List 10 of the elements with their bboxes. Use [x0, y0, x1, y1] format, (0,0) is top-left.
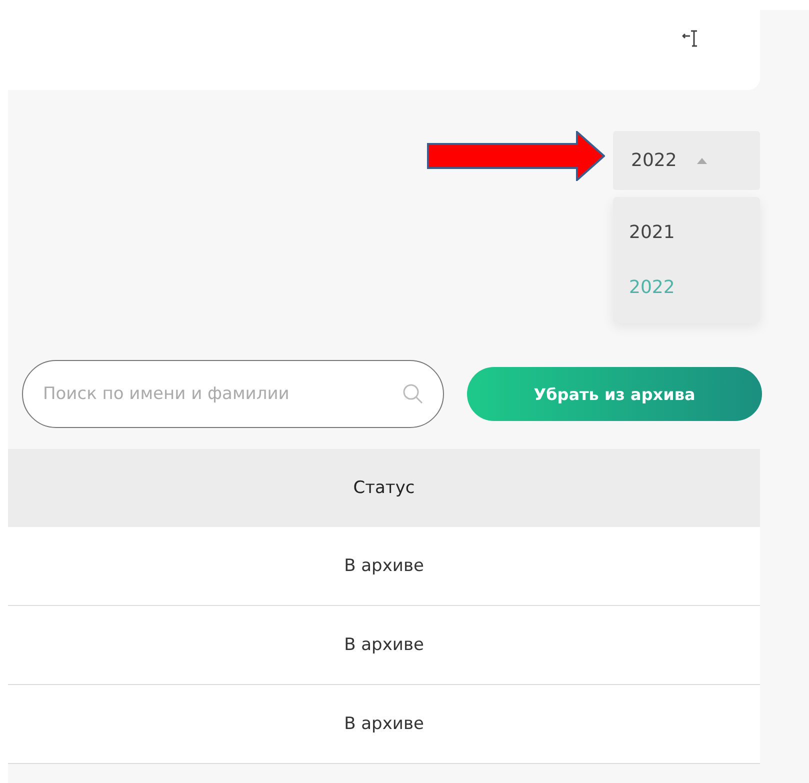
table-cell: В архиве	[344, 556, 424, 576]
table-cell: В архиве	[344, 714, 424, 734]
caret-icon	[696, 158, 707, 164]
dropdown-option[interactable]: 2021	[613, 205, 760, 260]
search-icon	[402, 383, 424, 405]
year-select[interactable]: 2022	[613, 131, 760, 190]
search-field[interactable]: Поиск по имени и фамилии	[22, 360, 444, 428]
table-cell: В архиве	[344, 635, 424, 655]
exit-icon[interactable]	[682, 28, 700, 50]
column-header: Статус	[353, 478, 415, 498]
